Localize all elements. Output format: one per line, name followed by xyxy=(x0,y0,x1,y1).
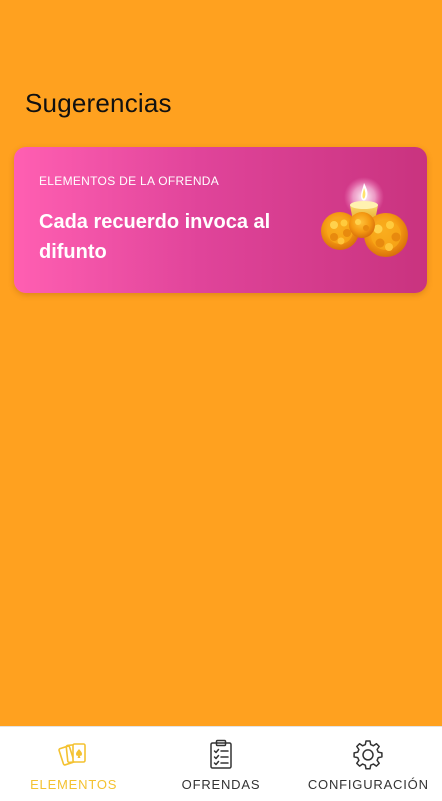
nav-item-ofrendas[interactable]: OFRENDAS xyxy=(147,727,294,801)
card-headline: Cada recuerdo invoca al difunto xyxy=(39,211,271,263)
nav-item-configuracion[interactable]: CONFIGURACIÓN xyxy=(295,727,442,801)
cards-icon xyxy=(57,743,86,766)
page-title: Sugerencias xyxy=(25,88,172,118)
clipboard-list-icon xyxy=(210,739,232,769)
nav-label-configuracion: CONFIGURACIÓN xyxy=(307,777,429,792)
candle-marigold-icon xyxy=(321,177,408,257)
nav-label-ofrendas: OFRENDAS xyxy=(181,777,261,792)
nav-item-elementos[interactable]: ELEMENTOS xyxy=(0,727,147,801)
gear-icon xyxy=(353,740,383,770)
suggestion-card[interactable]: ELEMENTOS DE LA OFRENDA Cada recuerdo in… xyxy=(14,147,427,293)
card-eyebrow: ELEMENTOS DE LA OFRENDA xyxy=(39,174,220,188)
bottom-navigation: ELEMENTOS OFRENDAS CONFIGURACIÓN xyxy=(0,726,442,801)
nav-label-elementos: ELEMENTOS xyxy=(30,777,118,792)
